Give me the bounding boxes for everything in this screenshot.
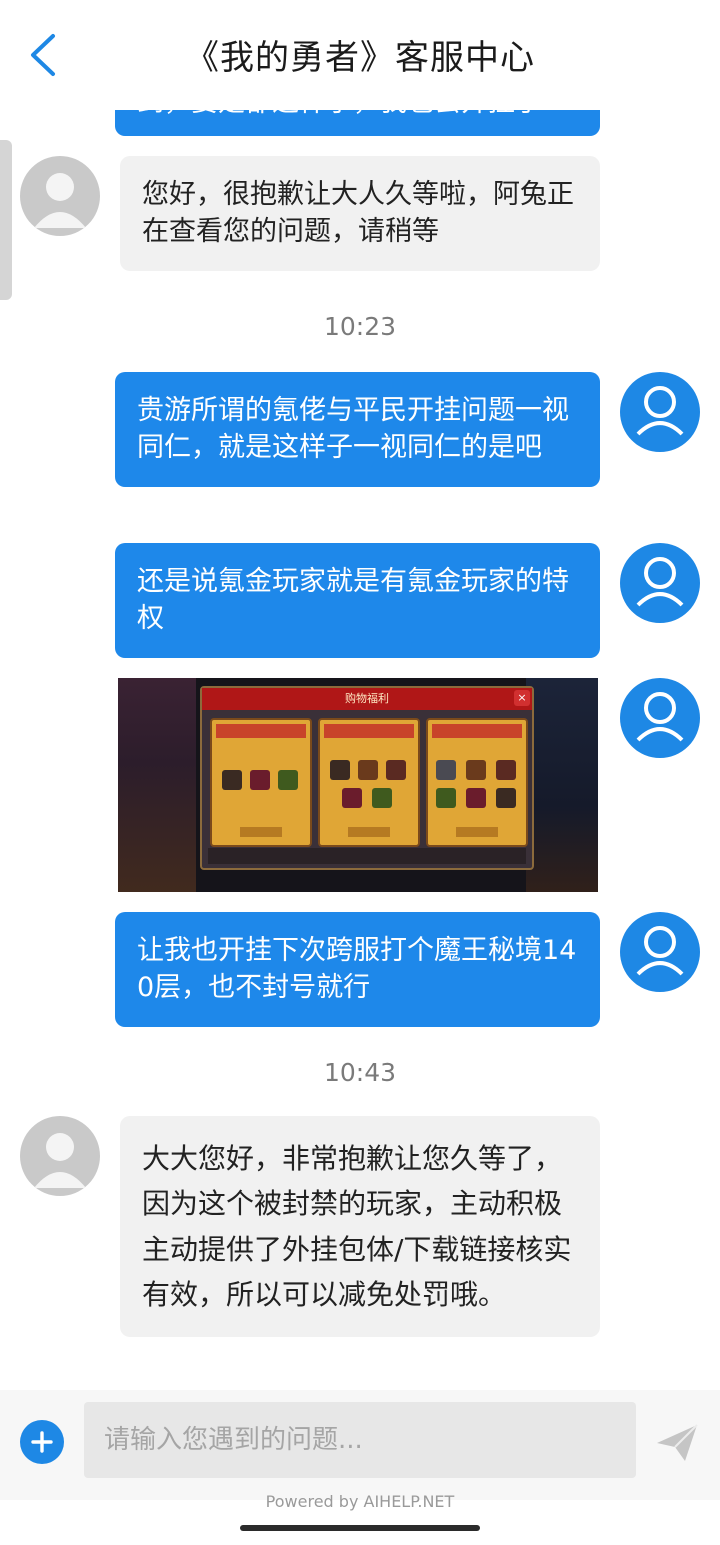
plus-icon bbox=[31, 1431, 53, 1453]
message-text: 大大您好，非常抱歉让您久等了，因为这个被封禁的玩家，主动积极主动提供了外挂包体/… bbox=[142, 1142, 572, 1312]
person-icon bbox=[636, 386, 684, 436]
agent-avatar bbox=[20, 1116, 100, 1196]
user-avatar bbox=[620, 912, 700, 992]
person-icon bbox=[636, 926, 684, 976]
paper-plane-icon bbox=[657, 1424, 698, 1461]
person-icon bbox=[636, 557, 684, 607]
nav-bar: 《我的勇者》客服中心 bbox=[0, 0, 720, 110]
agent-message: 大大您好，非常抱歉让您久等了，因为这个被封禁的玩家，主动积极主动提供了外挂包体/… bbox=[120, 1116, 600, 1338]
message-text: 还是说氪金玩家就是有氪金玩家的特权 bbox=[137, 566, 569, 635]
panel-footer bbox=[208, 848, 526, 864]
user-message: 贵游所谓的氪佬与平民开挂问题一视同仁，就是这样子一视同仁的是吧 bbox=[115, 372, 600, 487]
timestamp: 10:23 bbox=[323, 312, 397, 341]
send-button[interactable] bbox=[654, 1420, 700, 1466]
reward-card bbox=[210, 718, 312, 847]
scrollbar[interactable] bbox=[0, 140, 12, 300]
message-text: 让我也开挂下次跨服打个魔王秘境140层，也不封号就行 bbox=[137, 935, 577, 1004]
reward-card bbox=[426, 718, 528, 847]
chat-area[interactable]: 到，要是都这样子，我也会开挂了 您好，很抱歉让大人久等啦，阿兔正在查看您的问题，… bbox=[0, 0, 720, 1390]
add-button[interactable] bbox=[20, 1420, 64, 1464]
timestamp: 10:43 bbox=[323, 1058, 397, 1087]
panel-title: 购物福利 bbox=[202, 688, 532, 710]
message-text: 贵游所谓的氪佬与平民开挂问题一视同仁，就是这样子一视同仁的是吧 bbox=[137, 395, 569, 464]
message-input[interactable] bbox=[84, 1402, 636, 1478]
user-message: 还是说氪金玩家就是有氪金玩家的特权 bbox=[115, 543, 600, 658]
shop-bonus-panel: 购物福利 × bbox=[200, 686, 534, 870]
close-icon: × bbox=[514, 690, 530, 706]
page-title: 《我的勇者》客服中心 bbox=[185, 38, 535, 78]
game-sidebar bbox=[118, 678, 196, 892]
agent-message: 您好，很抱歉让大人久等啦，阿兔正在查看您的问题，请稍等 bbox=[120, 156, 600, 271]
reward-card bbox=[318, 718, 420, 847]
message-text: 您好，很抱歉让大人久等啦，阿兔正在查看您的问题，请稍等 bbox=[142, 179, 574, 248]
home-indicator[interactable] bbox=[240, 1525, 480, 1531]
person-icon bbox=[636, 692, 684, 742]
person-icon bbox=[34, 1133, 86, 1188]
user-avatar bbox=[620, 678, 700, 758]
user-avatar bbox=[620, 372, 700, 452]
image-message[interactable]: 购物福利 × bbox=[118, 678, 598, 892]
agent-avatar bbox=[20, 156, 100, 236]
user-avatar bbox=[620, 543, 700, 623]
powered-by[interactable]: Powered by AIHELP.NET bbox=[0, 1492, 720, 1511]
person-icon bbox=[34, 173, 86, 228]
user-message: 让我也开挂下次跨服打个魔王秘境140层，也不封号就行 bbox=[115, 912, 600, 1027]
game-background bbox=[526, 678, 598, 892]
